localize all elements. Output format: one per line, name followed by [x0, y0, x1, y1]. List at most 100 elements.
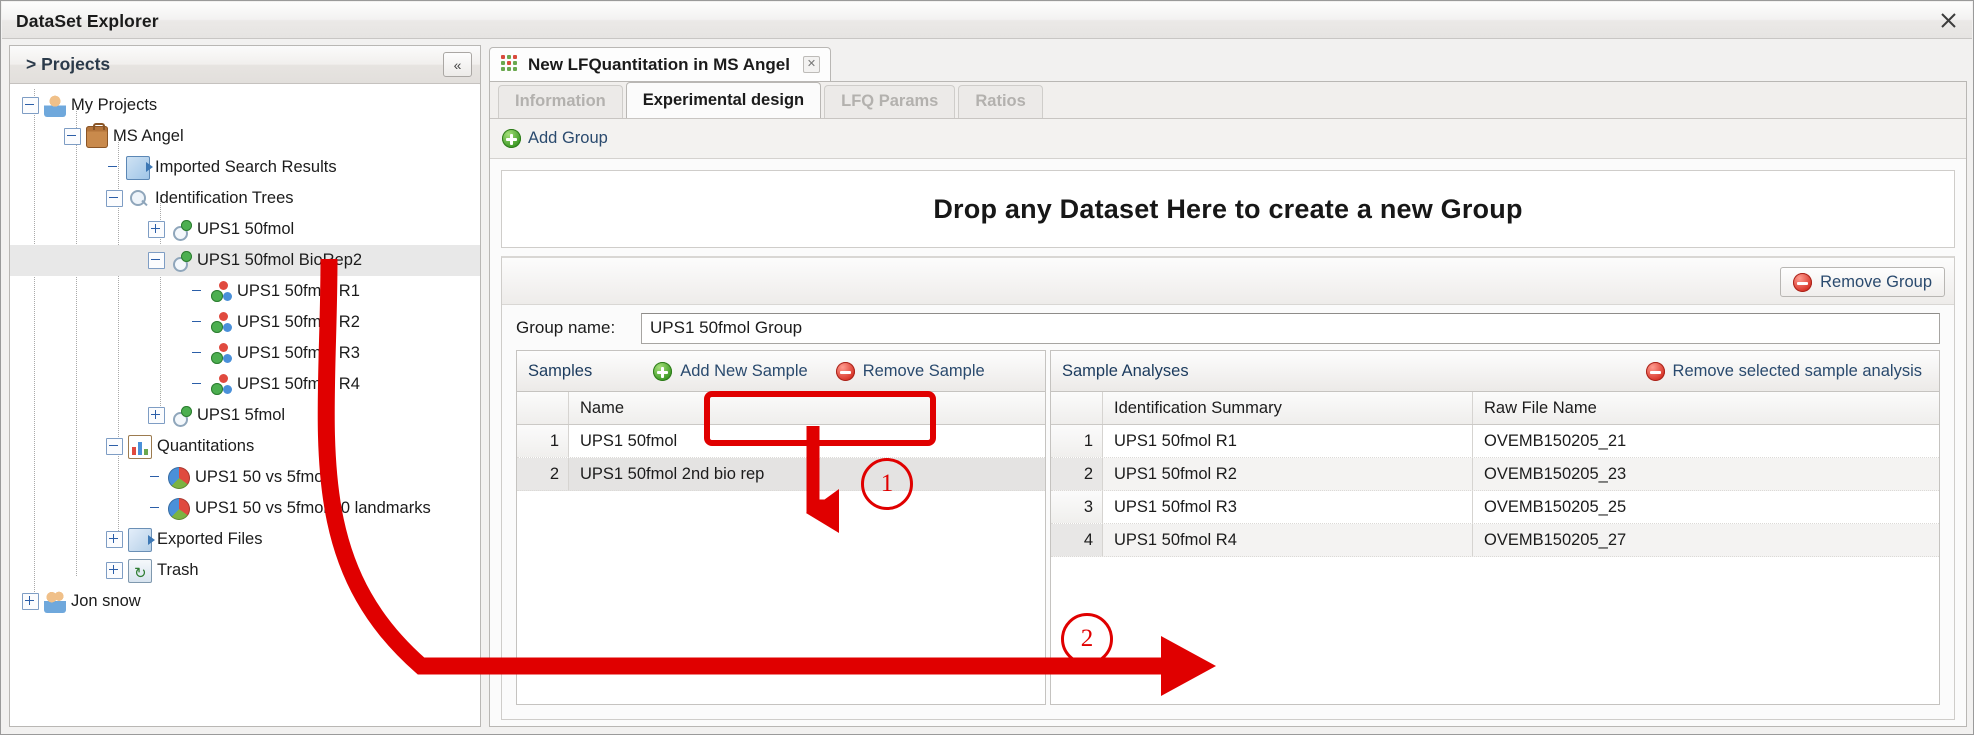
tree-item-label: UPS1 50fmol BioRep2 — [197, 251, 363, 269]
grid-dots-icon — [501, 55, 520, 74]
tab-lfq-params[interactable]: LFQ Params — [824, 85, 956, 118]
collapse-icon[interactable] — [64, 128, 81, 145]
collapse-icon[interactable] — [106, 438, 123, 455]
analyses-column-headers: Identification Summary Raw File Name — [1051, 392, 1939, 425]
remove-sample-button[interactable]: Remove Sample — [825, 356, 996, 387]
group-name-row: Group name: — [502, 306, 1954, 350]
tree-item[interactable]: Quantitations — [10, 431, 480, 462]
tree-item-label: My Projects — [71, 96, 158, 114]
sample-analysis-icon — [210, 342, 232, 365]
remove-group-button[interactable]: Remove Group — [1780, 267, 1945, 297]
remove-selected-sample-analysis-button[interactable]: Remove selected sample analysis — [1635, 356, 1933, 387]
tree-item[interactable]: UPS1 50fmol R1 — [10, 276, 480, 307]
table-row[interactable]: 2 UPS1 50fmol 2nd bio rep — [517, 458, 1045, 491]
tree-item[interactable]: Identification Trees — [10, 183, 480, 214]
identification-summary-cell[interactable]: UPS1 50fmol R2 — [1103, 458, 1473, 490]
close-icon[interactable] — [1934, 6, 1962, 34]
add-group-button[interactable]: Add Group — [502, 129, 608, 148]
tree-item[interactable]: UPS1 50fmol BioRep2 — [10, 245, 480, 276]
dataset-explorer-window: DataSet Explorer > Projects « My Project… — [0, 0, 1974, 735]
group-name-input[interactable] — [641, 312, 1940, 344]
user-icon — [44, 94, 66, 117]
tree-item-label: Jon snow — [71, 592, 141, 610]
tab-experimental-design[interactable]: Experimental design — [625, 82, 822, 118]
tree-item-label: UPS1 50 vs 5fmol 10 landmarks — [195, 499, 431, 517]
collapse-icon[interactable] — [106, 190, 123, 207]
id-tree-icon — [170, 219, 192, 241]
window-title-bar: DataSet Explorer — [2, 2, 1972, 39]
analyses-rows[interactable]: 1 UPS1 50fmol R1 OVEMB150205_21 2 UPS1 50fmo… — [1051, 425, 1939, 704]
raw-file-name-cell[interactable]: OVEMB150205_25 — [1473, 491, 1939, 523]
tree-item[interactable]: Exported Files — [10, 524, 480, 555]
remove-sample-label: Remove Sample — [862, 361, 985, 380]
pie-chart-icon — [168, 497, 190, 520]
tree-item-label: Exported Files — [157, 530, 263, 548]
minus-circle-icon — [1793, 272, 1813, 292]
export-icon — [128, 527, 155, 552]
expand-icon[interactable] — [148, 221, 165, 238]
tree-item[interactable]: MS Angel — [10, 121, 480, 152]
tree-item[interactable]: UPS1 50fmol R2 — [10, 307, 480, 338]
row-index: 1 — [517, 425, 569, 457]
tree-spacer — [190, 377, 205, 392]
samples-col-name: Name — [580, 398, 625, 417]
collapse-icon[interactable] — [22, 97, 39, 114]
dataset-drop-zone[interactable]: Drop any Dataset Here to create a new Gr… — [501, 170, 1955, 248]
tree-item[interactable]: UPS1 50 vs 5fmol — [10, 462, 480, 493]
raw-file-name-cell[interactable]: OVEMB150205_21 — [1473, 425, 1939, 457]
samples-column-headers: Name — [517, 392, 1045, 425]
identification-summary-cell[interactable]: UPS1 50fmol R4 — [1103, 524, 1473, 556]
tree-item[interactable]: Jon snow — [10, 586, 480, 617]
expand-icon[interactable] — [22, 593, 39, 610]
tree-item-label: UPS1 5fmol — [197, 406, 286, 424]
expand-icon[interactable] — [106, 562, 123, 579]
experimental-design-toolbar: Add Group — [490, 119, 1966, 159]
tree-item[interactable]: UPS1 50fmol R4 — [10, 369, 480, 400]
minus-circle-icon — [835, 361, 855, 381]
project-tree[interactable]: My Projects MS Angel Imported Search Resul… — [10, 85, 480, 726]
tables-area: Samples Add New Sample Remove Sample Nam… — [516, 350, 1940, 705]
tab-ratios[interactable]: Ratios — [958, 85, 1043, 118]
add-new-sample-button[interactable]: Add New Sample — [642, 356, 818, 387]
expand-icon[interactable] — [106, 531, 123, 548]
table-row[interactable]: 3 UPS1 50fmol R3 OVEMB150205_25 — [1051, 491, 1939, 524]
tree-spacer — [148, 501, 163, 516]
samples-title: Samples — [528, 361, 593, 380]
table-row[interactable]: 1 UPS1 50fmol R1 OVEMB150205_21 — [1051, 425, 1939, 458]
row-index: 2 — [1051, 458, 1103, 490]
identification-summary-cell[interactable]: UPS1 50fmol R1 — [1103, 425, 1473, 457]
tree-item[interactable]: Imported Search Results — [10, 152, 480, 183]
expand-icon[interactable] — [148, 407, 165, 424]
collapse-panel-button[interactable]: « — [443, 52, 472, 77]
experimental-tabs[interactable]: Information Experimental design LFQ Params… — [490, 82, 1966, 119]
sample-name-cell[interactable]: UPS1 50fmol 2nd bio rep — [569, 458, 1045, 490]
row-index: 2 — [517, 458, 569, 490]
tree-item[interactable]: UPS1 50 vs 5fmol 10 landmarks — [10, 493, 480, 524]
tree-spacer — [148, 470, 163, 485]
add-group-label: Add Group — [528, 129, 608, 147]
table-row[interactable]: 4 UPS1 50fmol R4 OVEMB150205_27 — [1051, 524, 1939, 557]
tree-spacer — [190, 315, 205, 330]
sample-analysis-icon — [210, 373, 232, 396]
tree-item[interactable]: UPS1 5fmol — [10, 400, 480, 431]
tree-spacer — [106, 160, 121, 175]
bar-chart-icon — [128, 434, 152, 459]
briefcase-icon — [86, 122, 108, 148]
samples-rows[interactable]: 1 UPS1 50fmol 2 UPS1 50fmol 2nd bio rep — [517, 425, 1045, 704]
collapse-icon[interactable] — [148, 252, 165, 269]
tree-item[interactable]: My Projects — [10, 90, 480, 121]
tree-item[interactable]: UPS1 50fmol — [10, 214, 480, 245]
tree-item[interactable]: UPS1 50fmol R3 — [10, 338, 480, 369]
raw-file-name-cell[interactable]: OVEMB150205_27 — [1473, 524, 1939, 556]
document-tab-lfquantitation[interactable]: New LFQuantitation in MS Angel ✕ — [489, 47, 831, 81]
table-row[interactable]: 2 UPS1 50fmol R2 OVEMB150205_23 — [1051, 458, 1939, 491]
identification-summary-cell[interactable]: UPS1 50fmol R3 — [1103, 491, 1473, 523]
document-tab-close-icon[interactable]: ✕ — [802, 56, 820, 73]
tab-information[interactable]: Information — [498, 85, 623, 118]
projects-panel: > Projects « My Projects MS Angel Imported… — [9, 45, 481, 727]
sample-name-cell[interactable]: UPS1 50fmol — [569, 425, 1045, 457]
table-row[interactable]: 1 UPS1 50fmol — [517, 425, 1045, 458]
raw-file-name-cell[interactable]: OVEMB150205_23 — [1473, 458, 1939, 490]
samples-col-index — [517, 392, 569, 424]
tree-item[interactable]: Trash — [10, 555, 480, 589]
